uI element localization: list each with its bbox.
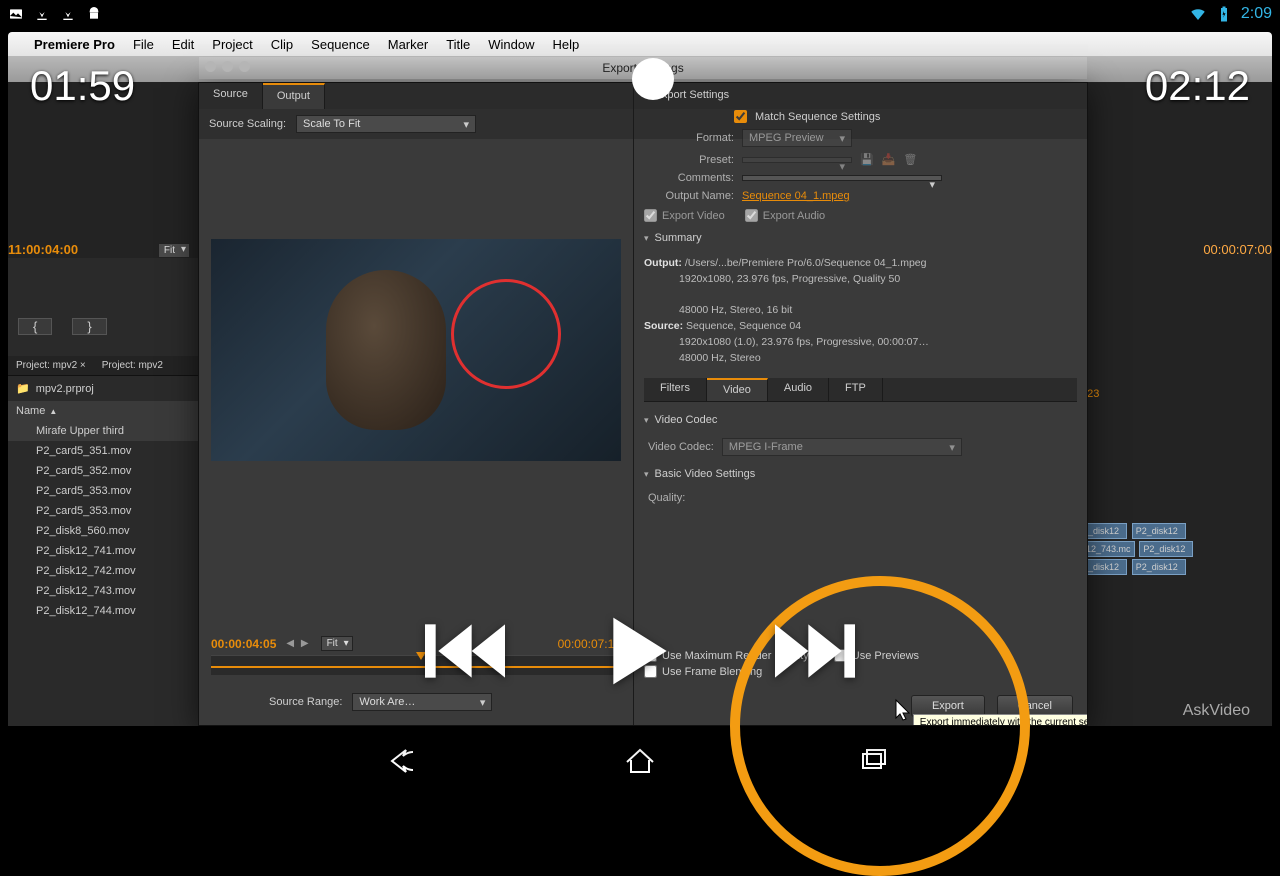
player-total-time: 02:12 — [1145, 62, 1250, 110]
subtab-filters: Filters — [644, 378, 707, 401]
match-sequence-checkbox — [734, 110, 747, 123]
preview-fit-select: Fit — [321, 636, 353, 651]
highlight-circle-icon — [451, 279, 561, 389]
project-tab-2: Project: mpv2 — [94, 356, 171, 375]
app-name: Premiere Pro — [34, 37, 115, 52]
file-item: P2_disk8_560.mov — [8, 521, 198, 541]
file-item: Mirafe Upper third — [8, 421, 198, 441]
mark-in-button: { — [18, 318, 52, 335]
mark-out-button: } — [72, 318, 106, 335]
menu-edit: Edit — [172, 37, 194, 52]
clip: P2_disk12 — [1139, 541, 1193, 557]
file-item: P2_disk12_741.mov — [8, 541, 198, 561]
zoom-fit-select: Fit — [158, 243, 190, 258]
timeline-panel: 00:00:07:00 1/2 4:23 P2_disk12 P2_disk12… — [1072, 258, 1272, 726]
source-timecode: 11:00:04:00 — [8, 242, 78, 257]
subtab-audio: Audio — [768, 378, 829, 401]
tab-output: Output — [263, 83, 325, 109]
output-name-link: Sequence 04_1.mpeg — [742, 190, 850, 202]
status-clock: 2:09 — [1241, 5, 1272, 23]
video-codec-header: Video Codec — [634, 408, 1087, 432]
file-item: P2_disk12_744.mov — [8, 601, 198, 621]
project-tab-1: Project: mpv2 × — [8, 356, 94, 375]
clip: P2_disk12 — [1132, 523, 1186, 539]
menu-window: Window — [488, 37, 534, 52]
watermark: AskVideo — [1183, 702, 1250, 720]
next-button[interactable] — [775, 616, 855, 691]
file-item: P2_disk12_742.mov — [8, 561, 198, 581]
import-preset-icon: 📥 — [882, 153, 896, 166]
save-preset-icon: 💾 — [860, 153, 874, 166]
menu-help: Help — [553, 37, 580, 52]
program-timecode: 00:00:07:00 — [1203, 242, 1272, 257]
cursor-icon — [894, 698, 912, 722]
download-icon — [34, 6, 50, 22]
file-item: P2_disk12_743.mov — [8, 581, 198, 601]
android-nav-bar — [0, 726, 1280, 800]
android-icon — [86, 6, 102, 22]
subtab-video: Video — [707, 378, 768, 401]
project-panel: 11:00:04:00 Fit { } Project: mpv2 × Proj… — [8, 258, 198, 726]
menu-file: File — [133, 37, 154, 52]
preview-image — [211, 239, 621, 461]
player-elapsed-time: 01:59 — [30, 62, 135, 110]
back-button[interactable] — [389, 744, 423, 783]
summary-header: Summary — [634, 226, 1087, 250]
file-item: P2_card5_351.mov — [8, 441, 198, 461]
home-button[interactable] — [623, 744, 657, 783]
file-item: P2_card5_352.mov — [8, 461, 198, 481]
export-video-checkbox — [644, 209, 657, 222]
battery-charging-icon — [1215, 5, 1233, 23]
source-range-label: Source Range: — [269, 696, 342, 708]
mac-menu-bar: Premiere Pro File Edit Project Clip Sequ… — [8, 32, 1272, 56]
menu-sequence: Sequence — [311, 37, 370, 52]
source-scaling-label: Source Scaling: — [209, 118, 286, 130]
export-audio-checkbox — [745, 209, 758, 222]
basic-video-settings-header: Basic Video Settings — [634, 462, 1087, 486]
file-item: P2_card5_353.mov — [8, 481, 198, 501]
delete-preset-icon: 🗑 — [903, 153, 917, 166]
video-player-area[interactable]: Premiere Pro File Edit Project Clip Sequ… — [0, 28, 1280, 726]
menu-clip: Clip — [271, 37, 293, 52]
menu-marker: Marker — [388, 37, 428, 52]
current-timecode: 00:00:04:05 — [211, 637, 276, 651]
android-status-bar: 2:09 — [0, 0, 1280, 28]
comments-input — [742, 175, 942, 181]
preset-select — [742, 157, 852, 163]
source-scaling-select: Scale To Fit — [296, 115, 476, 133]
file-item: P2_card5_353.mov — [8, 501, 198, 521]
play-button[interactable] — [605, 611, 675, 696]
summary-text: Output: /Users/...be/Premiere Pro/6.0/Se… — [644, 252, 1077, 370]
subtab-ftp: FTP — [829, 378, 883, 401]
format-select: MPEG Preview — [742, 129, 852, 147]
wifi-icon — [1189, 5, 1207, 23]
scrubber-handle[interactable] — [632, 58, 674, 100]
project-file: 📁 mpv2.prproj — [8, 376, 198, 401]
gallery-icon — [8, 6, 24, 22]
tab-source: Source — [199, 83, 263, 109]
player-controls — [425, 611, 855, 696]
name-column-header: Name ▲ — [8, 401, 198, 421]
clip: P2_disk12 — [1132, 559, 1186, 575]
previous-button[interactable] — [425, 616, 505, 691]
video-codec-select: MPEG I-Frame — [722, 438, 962, 456]
export-settings-header: Export Settings — [634, 83, 1087, 107]
menu-project: Project — [212, 37, 252, 52]
download-icon-2 — [60, 6, 76, 22]
menu-title: Title — [446, 37, 470, 52]
